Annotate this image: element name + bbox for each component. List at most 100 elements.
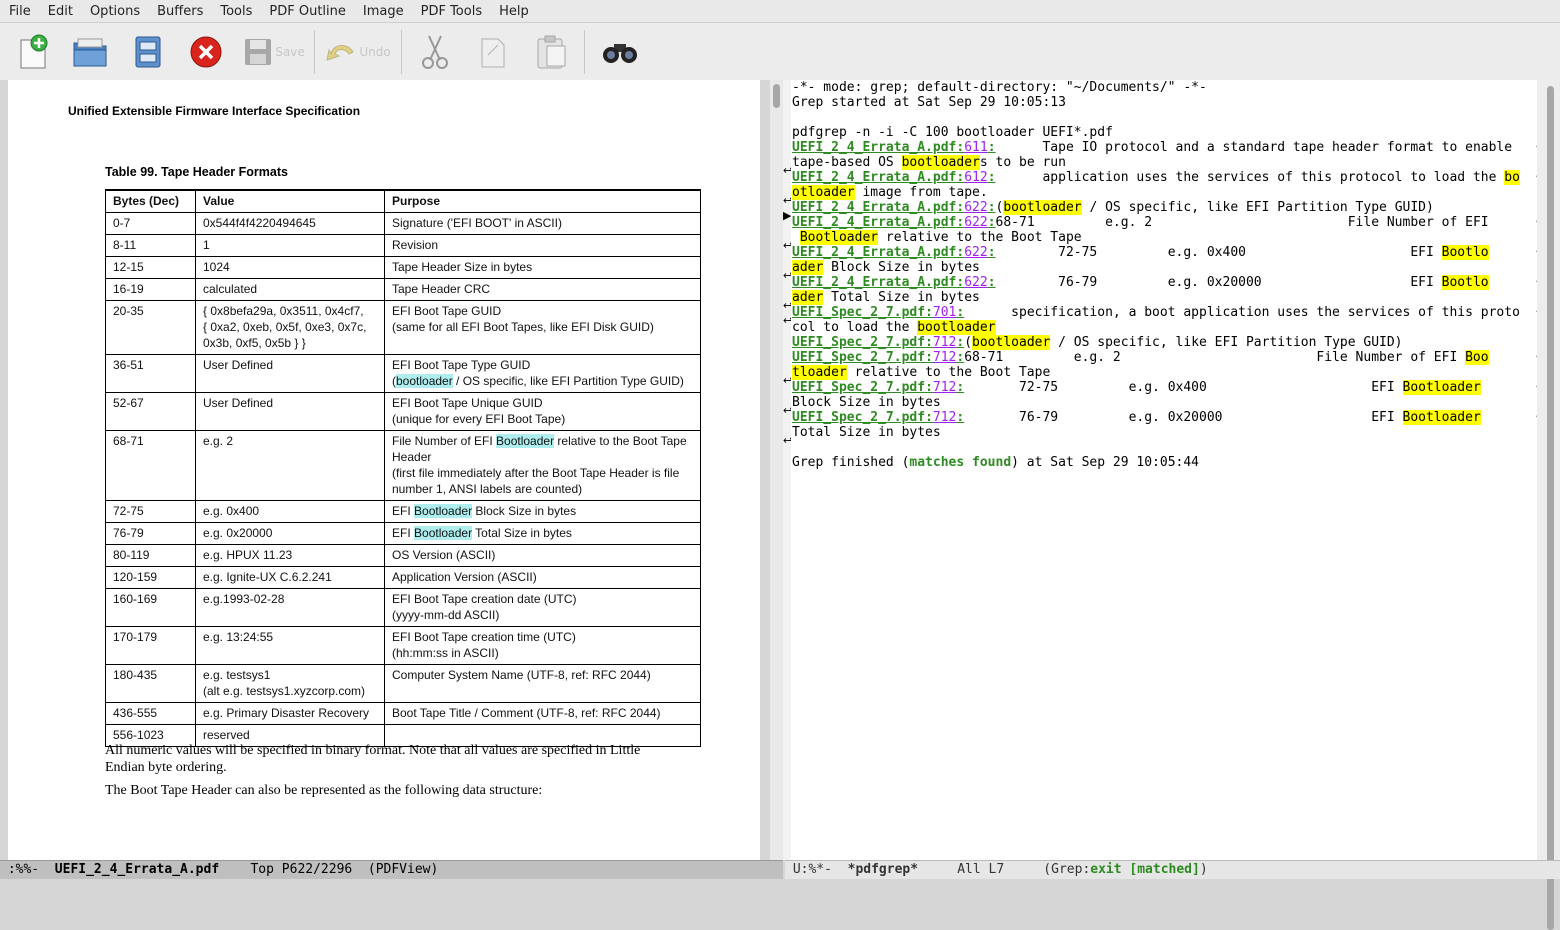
match-filename[interactable]: UEFI_Spec_2_7.pdf [792,335,925,350]
cell: Boot Tape Title / Comment (UTF-8, ref: R… [384,702,701,725]
copy-button[interactable] [468,26,518,78]
cell: e.g. 2 [195,430,385,501]
cell: e.g. HPUX 11.23 [195,544,385,567]
dired-button[interactable] [128,26,168,78]
match-page-number[interactable]: 622 [964,275,987,290]
match-text: 68-71 e.g. 2 File Number of EFI [964,350,1466,365]
menu-image[interactable]: Image [354,4,412,19]
pdf-view-pane[interactable]: Unified Extensible Firmware Interface Sp… [0,80,770,860]
cell: 12-15 [105,256,196,279]
grep-match-line[interactable]: UEFI_Spec_2_7.pdf:712: 72-75 e.g. 0x400 … [792,380,1481,395]
cell: 1024 [195,256,385,279]
new-file-button[interactable] [14,26,52,78]
match-filename[interactable]: UEFI_2_4_Errata_A.pdf [792,200,956,215]
close-icon [190,36,222,67]
menu-tools[interactable]: Tools [211,4,260,19]
menu-options[interactable]: Options [81,4,148,19]
match-text: Block Size in bytes [823,260,980,275]
body-paragraph: All numeric values will be specified in … [105,742,705,776]
scrollbar-thumb[interactable] [1547,86,1554,930]
cell: e.g. testsys1 (alt e.g. testsys1.xyzcorp.… [195,664,385,703]
table-row: 0-7 0x544f4f4220494645 Signature ('EFI BOO… [105,212,701,235]
left-scrollbar[interactable] [770,80,783,860]
cell: User Defined [195,392,385,431]
grep-line: -*- mode: grep; default-directory: "~/Do… [792,80,1207,95]
cell: 160-169 [105,588,196,627]
match-text: Tape IO protocol and a standard tape hea… [995,140,1520,155]
match-filename[interactable]: UEFI_Spec_2_7.pdf [792,305,925,320]
grep-match-line[interactable]: UEFI_2_4_Errata_A.pdf:612: application u… [792,170,1520,185]
toolbar-separator [314,29,315,74]
match-text: 72-75 e.g. 0x400 EFI [995,245,1442,260]
match-page-number[interactable]: 612 [964,170,987,185]
menu-pdf-outline[interactable]: PDF Outline [260,4,354,19]
table-row: 80-119 e.g. HPUX 11.23 OS Version (ASCII) [105,544,701,567]
text: Block Size in bytes [472,504,577,518]
match-highlight: bo [1504,170,1520,185]
cell: EFI Boot Tape creation date (UTC) (yyyy-m… [384,588,701,627]
text: File Number of EFI [392,434,497,448]
table-caption: Table 99. Tape Header Formats [105,165,288,179]
scrollbar-thumb[interactable] [773,84,780,108]
match-page-number[interactable]: 701 [933,305,956,320]
cell: OS Version (ASCII) [384,544,701,567]
toolbar-separator [584,29,585,74]
match-highlight: ader [792,290,824,305]
match-filename[interactable]: UEFI_2_4_Errata_A.pdf [792,215,956,230]
grep-match-line[interactable]: UEFI_Spec_2_7.pdf:712: 76-79 e.g. 0x2000… [792,410,1481,425]
grep-buffer[interactable]: -*- mode: grep; default-directory: "~/Do… [791,80,1537,860]
match-filename[interactable]: UEFI_2_4_Errata_A.pdf [792,170,956,185]
grep-match-line[interactable]: UEFI_Spec_2_7.pdf:701: specification, a … [792,305,1520,320]
open-folder-button[interactable] [70,26,110,78]
search-button[interactable] [597,26,643,78]
undo-button[interactable]: Undo [323,26,393,78]
cell-line: (first file immediately after the Boot T… [392,466,680,480]
save-button[interactable]: Save [242,26,306,78]
match-page-number[interactable]: 622 [964,200,987,215]
match-filename[interactable]: UEFI_2_4_Errata_A.pdf [792,275,956,290]
match-page-number[interactable]: 622 [964,215,987,230]
table-row: 68-71 e.g. 2 File Number of EFI Bootload… [105,430,701,501]
match-filename[interactable]: UEFI_Spec_2_7.pdf [792,380,925,395]
grep-match-line-current[interactable]: UEFI_2_4_Errata_A.pdf:622:(bootloader / … [792,200,1434,215]
grep-match-line[interactable]: UEFI_Spec_2_7.pdf:712:(bootloader / OS s… [792,335,1403,350]
grep-line: pdfgrep -n -i -C 100 bootloader UEFI*.pd… [792,125,1113,140]
menu-file[interactable]: File [0,4,39,19]
match-page-number[interactable]: 712 [933,410,956,425]
search-highlight: Bootloader [496,434,555,448]
match-filename[interactable]: UEFI_2_4_Errata_A.pdf [792,245,956,260]
table-row: 36-51 User Defined EFI Boot Tape Type GU… [105,354,701,393]
cut-button[interactable] [410,26,460,78]
match-filename[interactable]: UEFI_Spec_2_7.pdf [792,410,925,425]
cell: e.g.1993-02-28 [195,588,385,627]
match-page-number[interactable]: 622 [964,245,987,260]
undo-label: Undo [359,44,391,59]
menu-bar: File Edit Options Buffers Tools PDF Outl… [0,0,1560,23]
grep-finished-line: Grep finished (matches found) at Sat Sep… [792,455,1199,470]
match-text: specification, a boot application uses t… [964,305,1520,320]
grep-match-line[interactable]: UEFI_2_4_Errata_A.pdf:622: 72-75 e.g. 0x… [792,245,1489,260]
menu-help[interactable]: Help [490,4,537,19]
grep-match-line[interactable]: UEFI_2_4_Errata_A.pdf:622:68-71 e.g. 2 F… [792,215,1489,230]
paste-button[interactable] [526,26,576,78]
match-filename[interactable]: UEFI_Spec_2_7.pdf [792,350,925,365]
match-page-number[interactable]: 712 [933,380,956,395]
grep-match-line[interactable]: UEFI_Spec_2_7.pdf:712:68-71 e.g. 2 File … [792,350,1489,365]
match-page-number[interactable]: 712 [933,350,956,365]
grep-line: ader Total Size in bytes [792,290,980,305]
modeline-buffer-name[interactable]: *pdfgrep* [848,862,918,877]
cell-line: e.g. testsys1 [203,668,271,682]
menu-pdf-tools[interactable]: PDF Tools [412,4,490,19]
grep-match-line[interactable]: UEFI_2_4_Errata_A.pdf:622: 76-79 e.g. 0x… [792,275,1489,290]
modeline-buffer-name[interactable]: UEFI_2_4_Errata_A.pdf [55,862,219,877]
right-scrollbar[interactable] [1537,80,1560,930]
menu-edit[interactable]: Edit [39,4,81,19]
scissors-icon [422,35,448,69]
menu-buffers[interactable]: Buffers [148,4,211,19]
match-page-number[interactable]: 611 [964,140,987,155]
match-page-number[interactable]: 712 [933,335,956,350]
match-highlight: otloader [792,185,855,200]
grep-match-line[interactable]: UEFI_2_4_Errata_A.pdf:611: Tape IO proto… [792,140,1520,155]
match-filename[interactable]: UEFI_2_4_Errata_A.pdf [792,140,956,155]
kill-buffer-button[interactable] [186,26,226,78]
